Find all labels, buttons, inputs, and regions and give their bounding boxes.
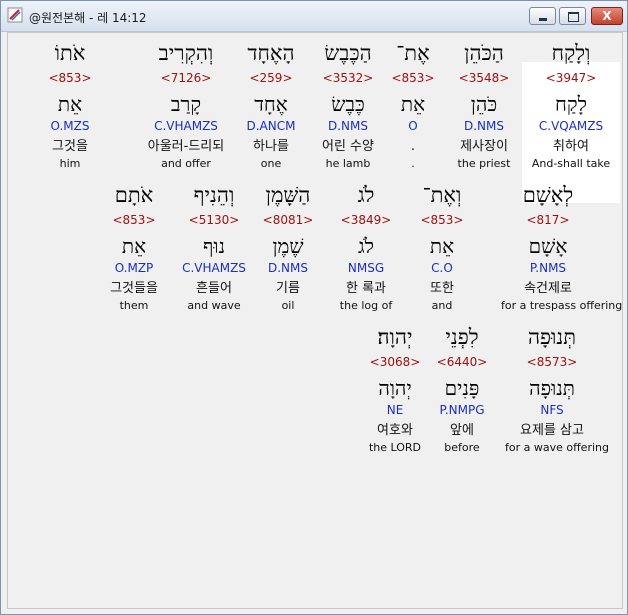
word-lemma: אָשָׁם: [528, 234, 568, 258]
word-strongs: <3947>: [545, 71, 597, 85]
close-button[interactable]: X: [591, 7, 623, 25]
word-hebrew: הָאֶחָד: [247, 41, 295, 65]
word-hebrew: אֹתוֹ: [54, 41, 86, 65]
word-english: them: [119, 299, 149, 312]
maximize-button[interactable]: [559, 7, 586, 25]
word-strongs: <5130>: [188, 213, 240, 227]
word-hebrew: אֹתָם: [114, 183, 154, 207]
minimize-button[interactable]: [529, 7, 556, 25]
word-korean: 요제를 삼고: [520, 423, 584, 438]
word-strongs: <259>: [249, 71, 293, 85]
word-english: for a trespass offering: [501, 299, 623, 312]
word-hebrew: וְלָקַח: [551, 41, 591, 65]
word-english: for a wave offering: [505, 441, 609, 454]
app-icon: [7, 7, 23, 23]
word-korean: 여호와: [377, 423, 413, 438]
word-hebrew: וְהִקְרִיב: [158, 41, 214, 65]
word-korean: 그것들을: [110, 281, 158, 296]
word-strongs: <8573>: [526, 355, 578, 369]
word-english: one: [260, 157, 282, 170]
interlinear-panel[interactable]: וְלָקַח <3947> לָקַח C.VQAMZS 취하여 And-shall t…: [7, 32, 623, 609]
title-bar[interactable]: @원전본해 - 레 14:12 X: [1, 1, 627, 32]
word-morph: P.NMS: [529, 261, 567, 275]
word-morph: O.MZP: [114, 261, 154, 275]
word-lemma: קָרַב: [170, 92, 202, 116]
word-korean: 속건제로: [524, 281, 572, 296]
word-strongs: <3068>: [369, 355, 421, 369]
minimize-icon: [539, 18, 547, 21]
word-morph: C.VHAMZS: [154, 119, 218, 133]
word-strongs: <7126>: [160, 71, 212, 85]
word-morph: NFS: [540, 403, 564, 417]
word-lemma: יְהוָה: [378, 376, 412, 400]
word-lemma: נוּף: [203, 234, 225, 258]
app-window: @원전본해 - 레 14:12 X וְלָקַח <3947> לָקַח C.VQ…: [0, 0, 628, 615]
word-english: and offer: [161, 157, 211, 170]
word-english: the LORD: [368, 441, 422, 454]
word-hebrew: לְאָשָׁם: [522, 183, 574, 207]
word-morph: O.MZS: [50, 119, 90, 133]
word-lemma: לָקַח: [555, 92, 587, 116]
word-english: and wave: [187, 299, 241, 312]
word-lemma: אֵת: [121, 234, 147, 258]
word-lemma: תְּנוּפָה: [529, 376, 575, 400]
word-lemma: אֶחָד: [254, 92, 288, 116]
word-morph: D.ANCM: [246, 119, 296, 133]
maximize-icon: [568, 12, 579, 22]
word-hebrew: וְהֵנִיף: [193, 183, 235, 207]
word-korean: 하나를: [253, 139, 289, 154]
word-korean: 그것을: [52, 139, 88, 154]
word-strongs: <817>: [526, 213, 570, 227]
word-morph: NE: [386, 403, 404, 417]
word-english: him: [59, 157, 81, 170]
word-korean: 흔들어: [196, 281, 232, 296]
word-lemma: אֵת: [57, 92, 83, 116]
close-icon: X: [602, 9, 612, 23]
word-hebrew: יְהוָה׃: [377, 325, 413, 349]
word-english: And-shall take: [531, 157, 611, 170]
window-title: @원전본해 - 레 14:12: [29, 11, 147, 25]
word-morph: C.VHAMZS: [182, 261, 246, 275]
word-strongs: <853>: [112, 213, 156, 227]
word-korean: 아울러-드리되: [147, 139, 225, 154]
word-strongs: <853>: [48, 71, 92, 85]
word-morph: C.VQAMZS: [538, 119, 604, 133]
word-korean: 취하여: [553, 139, 589, 154]
word-hebrew: תְּנוּפָה: [527, 325, 577, 349]
